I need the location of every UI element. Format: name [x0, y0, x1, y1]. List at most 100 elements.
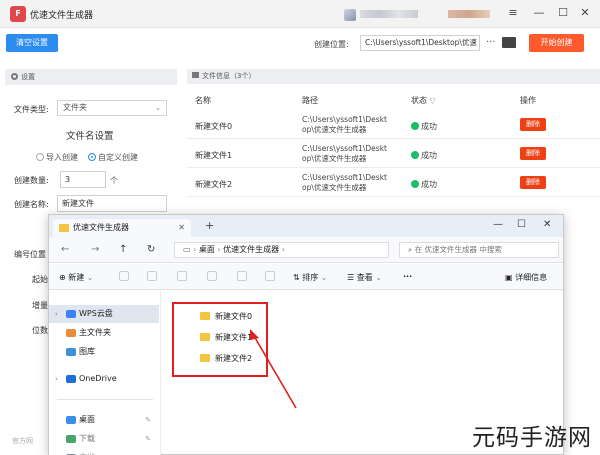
nav-item-downloads[interactable]: 下载 ✎ — [49, 430, 159, 448]
breadcrumb-item[interactable]: 桌面 — [199, 245, 215, 254]
sort-label: 排序 — [302, 273, 319, 282]
row-status: 成功 — [411, 179, 437, 190]
filter-icon[interactable]: ▽ — [430, 96, 436, 105]
clear-settings-button[interactable]: 清空设置 — [6, 34, 58, 52]
radio-on-icon — [88, 153, 96, 161]
delete-button[interactable]: 删除 — [520, 118, 546, 131]
back-arrow-icon[interactable]: ← — [61, 244, 69, 255]
open-folder-icon[interactable] — [502, 37, 516, 48]
gallery-icon — [66, 348, 76, 356]
row-name: 新建文件0 — [195, 122, 233, 131]
row-path-line1: C:\Users\yssoft1\Deskt — [302, 115, 387, 124]
download-icon — [66, 435, 76, 443]
breadcrumb-item[interactable]: 优速文件生成器 — [223, 245, 279, 254]
watermark: 元码手游网 — [472, 425, 592, 451]
vip-badge-blurred[interactable] — [448, 10, 490, 18]
official-site-link[interactable]: 官方网 — [12, 436, 33, 446]
pin-icon[interactable]: ✎ — [145, 430, 151, 448]
gear-icon — [11, 73, 18, 80]
cloud-icon — [66, 310, 76, 318]
sort-button[interactable]: ⇅ 排序 ⌄ — [293, 272, 328, 283]
more-button[interactable]: ··· — [403, 272, 412, 281]
menu-icon[interactable]: ≡ — [506, 6, 520, 20]
rename-icon[interactable] — [207, 271, 217, 281]
row-status-label: 成功 — [421, 151, 437, 160]
cut-icon[interactable] — [119, 271, 129, 281]
explorer-minimize-icon[interactable]: — — [493, 219, 503, 230]
user-info-blurred — [360, 10, 418, 18]
folder-icon — [59, 224, 69, 232]
copy-icon[interactable] — [147, 271, 157, 281]
explorer-search-input[interactable]: ⌕ 在 优速文件生成器 中搜索 — [399, 242, 559, 258]
chevron-down-icon: ⌄ — [155, 104, 161, 112]
nav-item-desktop[interactable]: 桌面 ✎ — [49, 411, 159, 429]
close-icon[interactable]: ✕ — [578, 6, 592, 20]
share-icon[interactable] — [237, 271, 247, 281]
explorer-tab-bar: 优速文件生成器 ✕ + — ☐ ✕ — [49, 215, 563, 237]
settings-header-label: 设置 — [21, 73, 35, 81]
table-row: 新建文件0 C:\Users\yssoft1\Deskt op\优速文件生成器 成… — [187, 110, 600, 139]
view-button[interactable]: ☰ 查看 ⌄ — [347, 272, 382, 283]
monitor-icon: ▭ — [183, 245, 191, 254]
search-icon: ⌕ — [408, 245, 413, 254]
browse-more-button[interactable]: ··· — [486, 37, 496, 48]
nav-item-documents[interactable]: 文档✎ — [49, 449, 159, 455]
details-button[interactable]: ▣ 详细信息 — [505, 272, 547, 283]
row-path: C:\Users\yssoft1\Deskt op\优速文件生成器 — [302, 115, 394, 135]
row-path: C:\Users\yssoft1\Deskt op\优速文件生成器 — [302, 144, 394, 164]
minimize-icon[interactable]: — — [532, 6, 546, 20]
chevron-right-icon: › — [55, 375, 58, 383]
sort-icon: ⇅ — [293, 273, 300, 282]
radio-import[interactable]: 导入创建 — [36, 152, 78, 163]
location-input[interactable]: C:\Users\yssoft1\Desktop\优速 — [360, 35, 480, 51]
forward-arrow-icon[interactable]: → — [91, 244, 99, 255]
file-type-select[interactable]: 文件夹 ⌄ — [57, 100, 167, 116]
app-logo-icon: F — [10, 6, 26, 22]
explorer-close-icon[interactable]: ✕ — [543, 219, 551, 230]
home-icon — [66, 329, 76, 337]
location-label: 创建位置: — [314, 40, 349, 49]
delete-icon[interactable] — [265, 271, 275, 281]
name-input[interactable]: 新建文件 — [57, 195, 167, 212]
settings-header: 设置 — [5, 69, 177, 85]
delete-button[interactable]: 删除 — [520, 147, 546, 160]
folder-item[interactable]: 新建文件2 — [200, 353, 252, 364]
explorer-address-bar: ← → ↑ ↻ ▭ › 桌面 › 优速文件生成器 › ⌕ 在 优速文件生成器 中… — [49, 237, 563, 263]
explorer-maximize-icon[interactable]: ☐ — [517, 219, 526, 230]
details-label: 详细信息 — [515, 273, 548, 282]
row-status: 成功 — [411, 150, 437, 161]
list-icon — [192, 72, 199, 78]
new-tab-icon[interactable]: + — [205, 219, 214, 232]
explorer-command-bar: ⊕ 新建 ⌄ ⇅ 排序 ⌄ ☰ 查看 ⌄ ··· ▣ 详细信息 — [49, 264, 563, 290]
app-title-bar: F 优速文件生成器 ≡ — ☐ ✕ — [0, 0, 600, 28]
nav-item-wps-cloud[interactable]: › WPS云盘 — [49, 305, 159, 323]
col-name: 名称 — [195, 96, 211, 105]
pin-icon[interactable]: ✎ — [145, 449, 151, 455]
folder-item[interactable]: 新建文件0 — [200, 311, 252, 322]
row-path-line1: C:\Users\yssoft1\Deskt — [302, 173, 387, 182]
nav-item-onedrive[interactable]: › OneDrive — [49, 370, 159, 388]
up-arrow-icon[interactable]: ↑ — [119, 244, 127, 255]
refresh-icon[interactable]: ↻ — [147, 244, 155, 255]
file-list-header: 文件信息（3个） — [187, 69, 600, 84]
folder-item[interactable]: 新建文件1 — [200, 332, 252, 343]
tab-close-icon[interactable]: ✕ — [178, 219, 185, 237]
nav-item-gallery[interactable]: 图库 — [49, 343, 159, 361]
count-input[interactable]: 3 — [60, 171, 106, 188]
radio-custom[interactable]: 自定义创建 — [88, 152, 138, 163]
digits-label: 位数 — [32, 326, 48, 335]
explorer-tab[interactable]: 优速文件生成器 ✕ — [53, 219, 191, 237]
start-create-button[interactable]: 开始创建 — [529, 34, 584, 52]
user-avatar[interactable] — [344, 9, 356, 21]
file-list-panel: 文件信息（3个） 名称 路径 状态 ▽ 操作 新建文件0 C:\Users\ys… — [187, 69, 600, 199]
name-label: 创建名称: — [14, 200, 49, 209]
paste-icon[interactable] — [177, 271, 187, 281]
row-status-label: 成功 — [421, 180, 437, 189]
new-button[interactable]: ⊕ 新建 ⌄ — [59, 272, 94, 283]
breadcrumb[interactable]: ▭ › 桌面 › 优速文件生成器 › — [174, 242, 389, 258]
nav-item-home[interactable]: 主文件夹 — [49, 324, 159, 342]
maximize-icon[interactable]: ☐ — [556, 6, 570, 20]
delete-button[interactable]: 删除 — [520, 176, 546, 189]
nav-item-label: OneDrive — [79, 374, 117, 383]
pin-icon[interactable]: ✎ — [145, 411, 151, 429]
